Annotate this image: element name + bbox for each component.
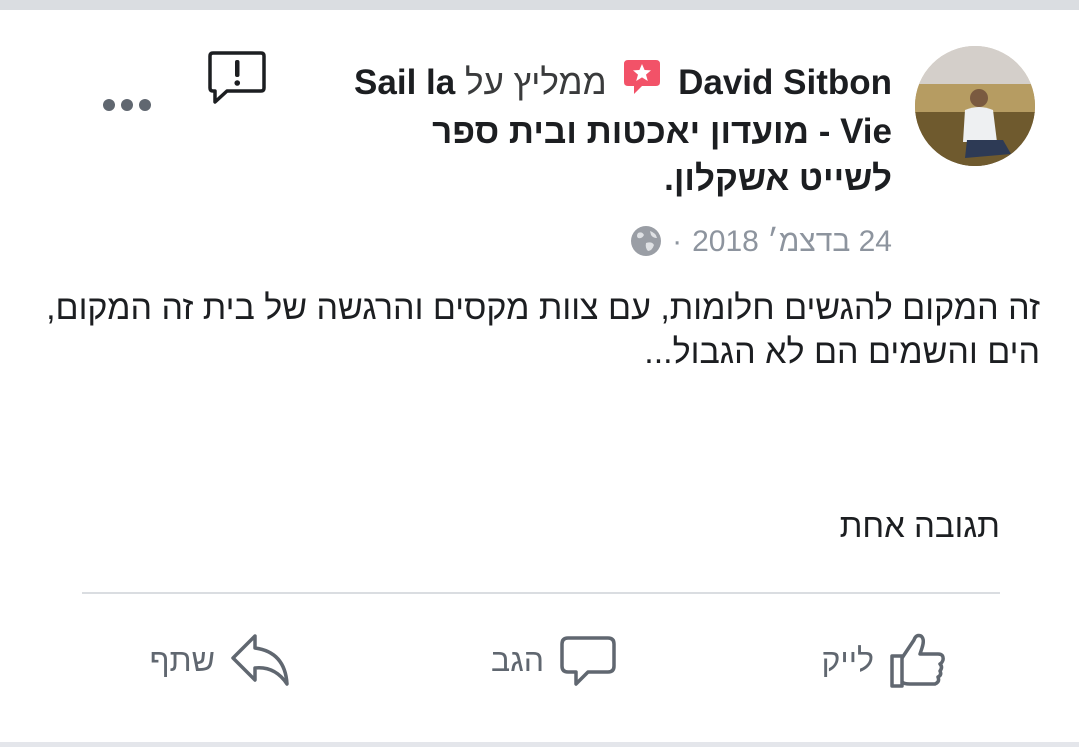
- post-header: David Sitbon ממליץ על Sail la Vie - מועד…: [330, 56, 892, 202]
- meta-separator: ·: [672, 225, 683, 258]
- comments-count[interactable]: תגובה אחת: [700, 506, 1000, 546]
- author-avatar[interactable]: [915, 46, 1035, 166]
- avatar-photo: [915, 46, 1035, 166]
- post-body: זה המקום להגשים חלומות, עם צוות מקסים וה…: [46, 289, 1040, 371]
- share-button[interactable]: שתף: [133, 628, 293, 692]
- share-label: שתף: [149, 641, 215, 678]
- thumbs-up-icon: [888, 630, 948, 690]
- share-arrow-icon: [229, 630, 293, 690]
- top-separator: [0, 0, 1079, 10]
- comment-icon: [558, 630, 618, 690]
- post-meta: 24 בדצמ׳ 2018 ·: [560, 224, 892, 266]
- bottom-separator: [0, 742, 1079, 747]
- more-options-icon[interactable]: [100, 95, 154, 115]
- comment-label: הגב: [491, 641, 544, 678]
- post-date[interactable]: 24 בדצמ׳ 2018: [692, 225, 892, 258]
- report-icon[interactable]: [207, 50, 267, 106]
- recommendation-badge-icon: [622, 56, 662, 108]
- actions-divider: [82, 592, 1000, 594]
- author-name[interactable]: David Sitbon: [678, 63, 892, 102]
- recommends-verb: ממליץ על: [464, 63, 607, 102]
- globe-icon: [630, 225, 662, 266]
- like-button[interactable]: לייק: [798, 628, 948, 692]
- comment-button[interactable]: הגב: [468, 628, 618, 692]
- like-label: לייק: [821, 641, 874, 678]
